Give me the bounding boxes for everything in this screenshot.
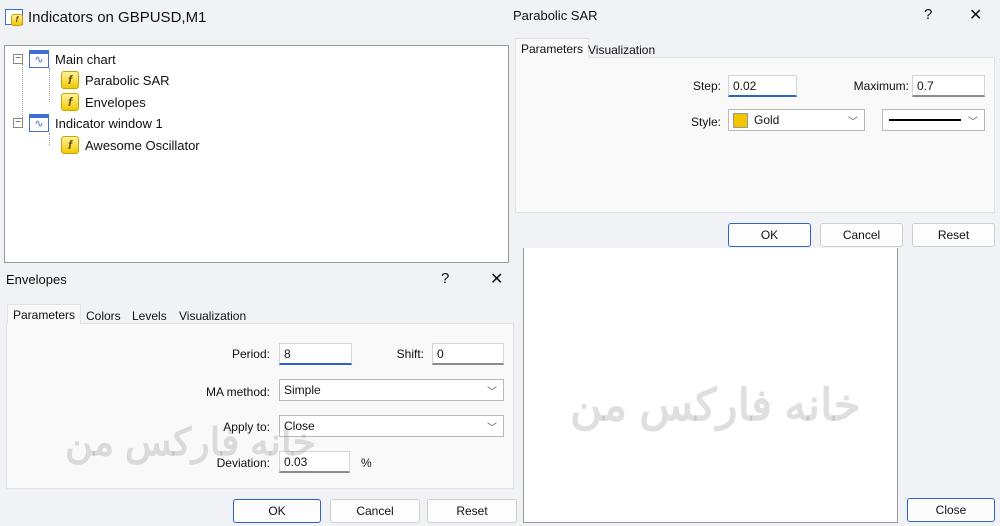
tab-visualization[interactable]: Visualization — [174, 306, 251, 326]
chevron-down-icon: ﹀ — [487, 423, 497, 434]
step-label: Step: — [692, 79, 721, 93]
tree-panel-lower — [523, 248, 898, 523]
chart-window-icon: ∿ — [29, 114, 49, 132]
app-icon: f — [5, 9, 23, 26]
chevron-down-icon: ﹀ — [487, 387, 497, 398]
node-label: Awesome Oscillator — [85, 137, 200, 153]
indicator-icon: f — [61, 71, 79, 89]
node-label: Parabolic SAR — [85, 72, 170, 88]
ma-method-select[interactable]: Simple ﹀ — [279, 379, 504, 401]
tree-node-awesome-oscillator[interactable]: f Awesome Oscillator — [61, 136, 200, 154]
tree-node-parabolic-sar[interactable]: f Parabolic SAR — [61, 71, 170, 89]
window-title: Indicators on GBPUSD,M1 — [28, 9, 207, 26]
apply-to-select[interactable]: Close ﹀ — [279, 415, 504, 437]
indicator-tree[interactable]: − ∿ Main chart f Parabolic SAR f Envelop… — [4, 45, 509, 263]
ok-button[interactable]: OK — [728, 223, 811, 247]
ok-button[interactable]: OK — [233, 499, 321, 523]
collapse-icon[interactable]: − — [13, 118, 23, 128]
line-style-preview — [889, 119, 961, 121]
style-label: Style: — [690, 115, 721, 129]
tab-visualization[interactable]: Visualization — [583, 40, 660, 60]
deviation-input[interactable]: 0.03 — [279, 451, 350, 473]
node-label: Main chart — [55, 51, 116, 67]
node-label: Indicator window 1 — [55, 115, 163, 131]
period-input[interactable]: 8 — [279, 343, 352, 365]
ma-method-value: Simple — [284, 383, 321, 397]
chart-window-icon: ∿ — [29, 50, 49, 68]
apply-to-label: Apply to: — [223, 420, 270, 434]
cancel-button[interactable]: Cancel — [820, 223, 903, 247]
percent-label: % — [361, 456, 372, 470]
help-button[interactable]: ? — [924, 6, 932, 23]
tree-line — [49, 133, 50, 145]
tree-node-indicator-window-1[interactable]: − ∿ Indicator window 1 — [13, 114, 163, 132]
maximum-input[interactable]: 0.7 — [912, 75, 985, 97]
tab-parameters[interactable]: Parameters — [7, 304, 82, 324]
maximum-label: Maximum: — [853, 79, 909, 93]
collapse-icon[interactable]: − — [13, 54, 23, 64]
close-dialog-button[interactable]: ✕ — [490, 269, 503, 289]
step-input[interactable]: 0.02 — [728, 75, 797, 97]
reset-button[interactable]: Reset — [427, 499, 517, 523]
tree-line — [49, 68, 50, 102]
parabolic-sar-dialog: Parabolic SAR ? ✕ Parameters Visualizati… — [509, 0, 1000, 248]
tree-node-envelopes[interactable]: f Envelopes — [61, 93, 146, 111]
chevron-down-icon: ﹀ — [848, 117, 858, 128]
shift-label: Shift: — [396, 347, 424, 361]
tab-parameters[interactable]: Parameters — [515, 38, 590, 58]
shift-input[interactable]: 0 — [432, 343, 504, 365]
apply-to-value: Close — [284, 419, 315, 433]
deviation-label: Deviation: — [216, 456, 270, 470]
tab-levels[interactable]: Levels — [127, 306, 172, 326]
tree-node-main-chart[interactable]: − ∿ Main chart — [13, 50, 116, 68]
close-dialog-button[interactable]: ✕ — [969, 5, 982, 25]
chevron-down-icon: ﹀ — [968, 117, 978, 128]
indicator-icon: f — [61, 136, 79, 154]
tab-colors[interactable]: Colors — [81, 306, 126, 326]
ma-method-label: MA method: — [205, 385, 270, 399]
period-label: Period: — [231, 347, 270, 361]
cancel-button[interactable]: Cancel — [330, 499, 420, 523]
node-label: Envelopes — [85, 94, 146, 110]
dialog-title: Parabolic SAR — [513, 8, 598, 23]
line-style-select[interactable]: ﹀ — [882, 109, 985, 131]
close-button[interactable]: Close — [907, 498, 995, 522]
dialog-title: Envelopes — [6, 272, 67, 287]
indicator-icon: f — [61, 93, 79, 111]
envelopes-dialog: Envelopes ? ✕ Parameters Colors Levels V… — [0, 263, 523, 526]
color-select[interactable]: Gold ﹀ — [728, 109, 865, 131]
reset-button[interactable]: Reset — [912, 223, 995, 247]
help-button[interactable]: ? — [441, 270, 449, 287]
color-swatch — [733, 112, 748, 128]
color-value: Gold — [754, 113, 780, 127]
